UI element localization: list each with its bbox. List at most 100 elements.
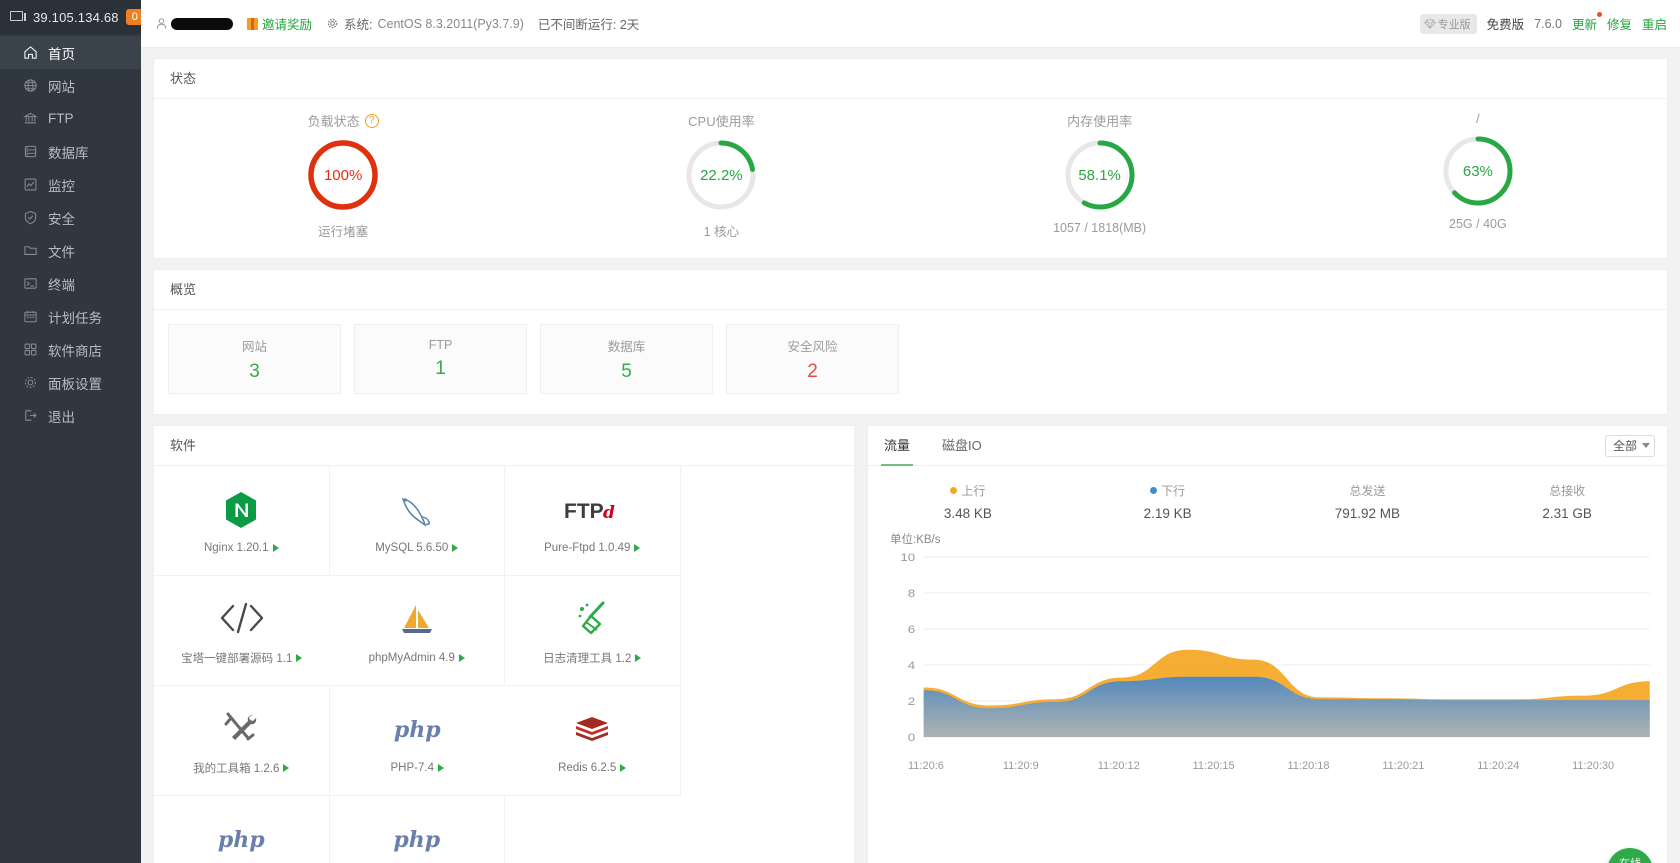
pro-edition-badge[interactable]: 专业版 [1419,13,1477,34]
svg-text:FTP: FTP [564,500,604,523]
user-icon [156,18,167,29]
network-filter-select[interactable]: 全部 [1604,434,1655,457]
software-item-pureftpd[interactable]: FTP d Pure-Ftpd 1.0.49 [505,466,681,576]
invite-reward-link[interactable]: 邀请奖励 [247,14,312,33]
play-icon[interactable] [635,653,642,662]
sidebar-item-security[interactable]: 安全 [0,201,141,234]
gauge-memory: 内存使用率 58.1% 1057 / 1818(MB) [911,111,1289,240]
svg-text:10: 10 [900,551,915,564]
tab-diskio[interactable]: 磁盘IO [926,426,998,466]
stat-label-text: 总接收 [1549,484,1586,498]
play-icon[interactable] [283,763,290,772]
chart-unit-label: 单位:KB/s [890,534,941,546]
software-grid: Nginx 1.20.1 MySQL 5.6.50 FTP d Pure-Ftp… [154,466,854,863]
software-cell-empty [505,796,681,863]
play-icon[interactable] [458,653,465,662]
svg-text:d: d [603,503,615,523]
gift-icon [247,17,258,30]
online-support-button[interactable]: 在线 客服 [1607,848,1653,863]
sidebar-item-logout[interactable]: 退出 [0,399,141,432]
play-icon[interactable] [620,763,627,772]
software-item-nginx[interactable]: Nginx 1.20.1 [154,466,330,576]
redis-icon [574,708,610,752]
software-label: Redis 6.2.5 [558,761,617,774]
software-item-phpmyadmin[interactable]: phpMyAdmin 4.9 [329,576,505,686]
gauge-caption: / [1476,111,1480,126]
sidebar-item-files[interactable]: 文件 [0,234,141,267]
help-icon[interactable]: ? [364,113,379,128]
x-tick-label: 11:20:18 [1287,760,1330,772]
bottom-row: 软件 Nginx 1.20.1 MySQL 5.6.50 FTP d Pure-… [153,425,1668,863]
home-icon [24,46,37,59]
stat-label-text: 下行 [1161,484,1186,498]
play-icon[interactable] [296,653,303,662]
software-item-logclean[interactable]: 日志清理工具 1.2 [505,576,681,686]
software-item-php70[interactable]: php PHP-7.0 [330,796,505,863]
globe-icon [24,79,37,92]
stat-total-sent: 总发送 791.92 MB [1268,482,1468,521]
sidebar-item-website[interactable]: 网站 [0,69,141,102]
software-label: phpMyAdmin 4.9 [368,651,455,664]
sidebar-header: 39.105.134.68 0 [0,0,144,34]
sidebar-item-ftp[interactable]: FTP [0,102,141,135]
software-label: MySQL 5.6.50 [375,541,449,554]
gauge-ring: 100% [305,137,381,213]
mysql-icon [397,488,437,532]
system-info: 系统: CentOS 8.3.2011(Py3.7.9) [326,14,524,33]
sidebar-item-database[interactable]: 数据库 [0,135,141,168]
software-item-redis[interactable]: Redis 6.2.5 [505,686,681,796]
x-tick-label: 11:20:12 [1097,760,1140,772]
system-value: CentOS 8.3.2011(Py3.7.9) [377,16,524,31]
sidebar-item-crontab[interactable]: 计划任务 [0,300,141,333]
sidebar: 39.105.134.68 0 首页 网站 FTP 数据库 监控 安全 文件 终… [0,0,144,863]
gauge-sub: 1 核心 [703,225,740,239]
chart-x-axis: 11:20:6 11:20:9 11:20:12 11:20:15 11:20:18 11… [868,757,1667,772]
software-item-php56[interactable]: php PHP-5.6 [154,796,330,863]
stat-label: 总接收 [1467,482,1667,499]
tab-traffic[interactable]: 流量 [868,426,926,466]
php-icon: php [393,826,441,853]
overview-card-website[interactable]: 网站 3 [168,324,341,394]
status-panel-title: 状态 [154,59,1667,99]
stat-value: 2.19 KB [1143,506,1192,521]
sidebar-label: 终端 [48,277,75,293]
gauge-caption-text: / [1476,111,1480,126]
sidebar-item-appstore[interactable]: 软件商店 [0,333,141,366]
play-icon[interactable] [452,543,459,552]
gauge-caption-text: CPU使用率 [688,114,755,129]
software-name: 宝塔一键部署源码 1.1 [181,650,303,666]
nginx-icon [224,488,258,532]
sidebar-item-settings[interactable]: 面板设置 [0,366,141,399]
software-item-deploy[interactable]: 宝塔一键部署源码 1.1 [154,576,330,686]
sidebar-item-monitor[interactable]: 监控 [0,168,141,201]
software-name: PHP-7.4 [391,762,444,774]
overview-card-database[interactable]: 数据库 5 [540,324,713,394]
gauge-caption: 负载状态 ? [308,111,379,130]
play-icon[interactable] [437,763,444,772]
sidebar-item-home[interactable]: 首页 [0,36,141,69]
gear-icon [25,377,36,388]
account-info[interactable] [155,17,233,30]
logout-icon [25,410,37,421]
overview-card-ftp[interactable]: FTP 1 [354,324,527,394]
server-monitor-icon [10,10,26,24]
software-panel-title: 软件 [154,426,854,466]
main-area: 邀请奖励 系统: CentOS 8.3.2011(Py3.7.9) 已不间断运行… [141,0,1680,863]
software-item-toolbox[interactable]: 我的工具箱 1.2.6 [154,686,330,796]
restart-button[interactable]: 重启 [1642,14,1667,33]
software-item-mysql[interactable]: MySQL 5.6.50 [329,466,505,576]
overview-card-risk[interactable]: 安全风险 2 [726,324,899,394]
gauge-ring: 22.2% [683,137,759,213]
gear-icon [327,18,338,29]
update-button[interactable]: 更新 [1572,12,1602,33]
calendar-icon [24,311,37,323]
legend-dot-upload [950,487,958,494]
repair-button[interactable]: 修复 [1607,14,1632,33]
play-icon[interactable] [634,543,641,552]
phpmyadmin-icon [399,598,435,642]
play-icon[interactable] [272,543,279,552]
ftp-icon [23,112,38,124]
terminal-icon [24,278,37,289]
software-item-php74[interactable]: php PHP-7.4 [329,686,505,796]
sidebar-item-terminal[interactable]: 终端 [0,267,141,300]
